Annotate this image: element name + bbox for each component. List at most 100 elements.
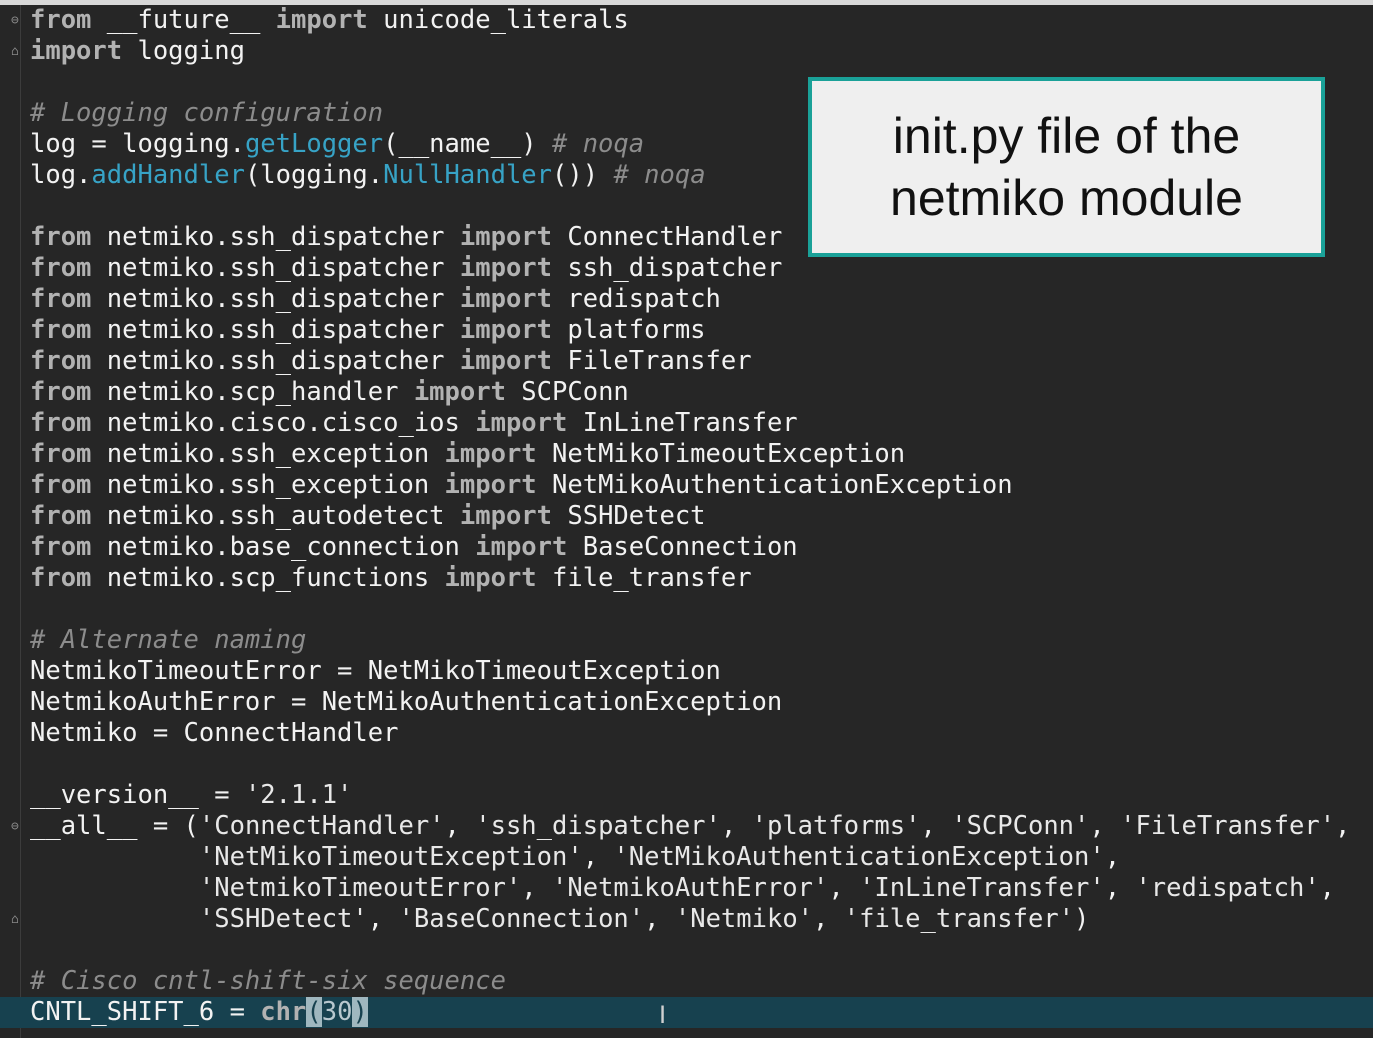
code-token-cm: # noqa (552, 129, 645, 159)
code-token-plain: , (720, 811, 752, 841)
code-token-plain: , (367, 904, 399, 934)
code-line[interactable]: from __future__ import unicode_literals (30, 5, 1373, 36)
code-token-plain: SCPConn (505, 377, 629, 407)
code-token-kw: import (275, 5, 368, 35)
code-line[interactable]: from netmiko.ssh_dispatcher import ssh_d… (30, 253, 1373, 284)
code-line[interactable]: import logging (30, 36, 1373, 67)
code-token-kw: import (475, 408, 568, 438)
code-token-plain: __future__ (91, 5, 276, 35)
code-token-plain: netmiko.ssh_dispatcher (91, 315, 460, 345)
code-token-plain: ) (1074, 904, 1090, 934)
code-token-str: 'NetmikoTimeoutError' (198, 873, 522, 903)
code-token-plain: __all__ = ( (30, 811, 199, 841)
code-token-kw: import (459, 222, 553, 252)
code-line[interactable]: from netmiko.ssh_dispatcher import platf… (30, 315, 1373, 346)
code-token-plain: , (1335, 811, 1351, 841)
fold-marker-icon[interactable]: ⌂ (11, 45, 23, 59)
code-line[interactable]: NetmikoAuthError = NetMikoAuthentication… (30, 687, 1373, 718)
code-token-fn: NullHandler (383, 160, 553, 190)
code-token-str: 'NetMikoTimeoutException' (198, 842, 583, 872)
code-line[interactable]: # Cisco cntl-shift-six sequence (30, 966, 1373, 997)
code-token-plain: logging (122, 36, 245, 66)
code-editor[interactable]: ⊖ ⌂ ⊖ ⌂ from __future__ import unicode_lite… (0, 0, 1373, 1038)
code-token-plain: netmiko.ssh_dispatcher (91, 222, 460, 252)
code-token-kw: import (459, 501, 553, 531)
code-token-kw: from (30, 439, 92, 469)
code-token-kw: import (459, 284, 553, 314)
code-line[interactable] (30, 594, 1373, 625)
code-line[interactable]: from netmiko.scp_handler import SCPConn (30, 377, 1373, 408)
code-token-plain: ssh_dispatcher (552, 253, 783, 283)
fold-marker-icon[interactable]: ⌂ (11, 913, 23, 927)
code-token-plain: , (920, 811, 952, 841)
code-line[interactable]: from netmiko.base_connection import Base… (30, 532, 1373, 563)
code-token-kw: from (30, 346, 92, 376)
code-token-plain: netmiko.ssh_dispatcher (91, 346, 460, 376)
code-line[interactable]: from netmiko.ssh_exception import NetMik… (30, 439, 1373, 470)
code-token-str: 'ssh_dispatcher' (475, 811, 721, 841)
code-token-plain: , (1319, 873, 1336, 903)
fold-marker-icon[interactable]: ⊖ (11, 820, 23, 834)
code-token-kw: from (30, 284, 92, 314)
code-token-plain: NetmikoTimeoutError = NetMikoTimeoutExce… (30, 656, 721, 686)
code-token-str: 'platforms' (751, 811, 921, 841)
code-token-kw: import (30, 36, 123, 66)
code-token-plain: netmiko.cisco.cisco_ios (91, 408, 476, 438)
code-token-plain: NetmikoAuthError = NetMikoAuthentication… (30, 687, 783, 717)
code-token-plain: , (1089, 811, 1121, 841)
code-token-plain: InLineTransfer (567, 408, 798, 438)
code-token-plain: platforms (552, 315, 706, 345)
callout-line-1: init.py file of the (892, 108, 1241, 164)
code-token-str: 'ConnectHandler' (198, 811, 445, 841)
code-line[interactable]: # Alternate naming (30, 625, 1373, 656)
code-line[interactable]: __version__ = '2.1.1' (30, 780, 1373, 811)
code-line[interactable]: 'SSHDetect', 'BaseConnection', 'Netmiko'… (30, 904, 1373, 935)
code-token-cm: # Alternate naming (30, 625, 307, 655)
code-token-bracket-hl: ) (352, 997, 368, 1027)
code-token-plain: SSHDetect (552, 501, 706, 531)
code-token-str: 'BaseConnection' (398, 904, 645, 934)
code-token-str: 'SCPConn' (951, 811, 1090, 841)
code-token-fn: getLogger (244, 129, 384, 159)
code-token-plain: netmiko.ssh_dispatcher (91, 284, 460, 314)
current-code-line[interactable]: CNTL_SHIFT_6 = chr(30) (0, 997, 1373, 1028)
callout-line-2: netmiko module (890, 170, 1243, 226)
code-line[interactable] (30, 935, 1373, 966)
code-token-plain: , (582, 842, 614, 872)
code-line[interactable]: from netmiko.cisco.cisco_ios import InLi… (30, 408, 1373, 439)
code-line[interactable]: from netmiko.ssh_exception import NetMik… (30, 470, 1373, 501)
code-line[interactable]: Netmiko = ConnectHandler (30, 718, 1373, 749)
code-line[interactable]: NetmikoTimeoutError = NetMikoTimeoutExce… (30, 656, 1373, 687)
code-token-plain: log. (30, 160, 92, 190)
code-line[interactable]: 'NetMikoTimeoutException', 'NetMikoAuthe… (30, 842, 1373, 873)
code-token-plain: unicode_literals (367, 5, 629, 35)
code-token-plain: netmiko.ssh_autodetect (91, 501, 460, 531)
code-line[interactable]: from netmiko.ssh_dispatcher import FileT… (30, 346, 1373, 377)
code-line[interactable]: from netmiko.ssh_autodetect import SSHDe… (30, 501, 1373, 532)
code-line[interactable] (30, 749, 1373, 780)
code-line[interactable]: from netmiko.ssh_dispatcher import redis… (30, 284, 1373, 315)
code-line[interactable]: 'NetmikoTimeoutError', 'NetmikoAuthError… (30, 873, 1373, 904)
code-line[interactable]: from netmiko.scp_functions import file_t… (30, 563, 1373, 594)
code-token-plain: log = logging. (30, 129, 245, 159)
code-token-plain: redispatch (552, 284, 721, 314)
code-token-kw: import (475, 532, 568, 562)
annotation-callout: init.py file of the netmiko module (808, 77, 1325, 257)
code-token-kw: from (30, 501, 92, 531)
code-token-plain: , (1104, 842, 1121, 872)
code-token-plain: netmiko.ssh_exception (91, 470, 445, 500)
code-token-cm: # noqa (613, 160, 706, 190)
code-token-plain: , (644, 904, 675, 934)
code-token-plain: NetMikoTimeoutException (536, 439, 906, 469)
code-token-plain: , (1104, 873, 1136, 903)
code-token-str: 'SSHDetect' (198, 904, 368, 934)
gutter-divider (20, 5, 21, 1038)
code-line[interactable]: __all__ = ('ConnectHandler', 'ssh_dispat… (30, 811, 1373, 842)
code-token-bracket-hl: ( (306, 997, 322, 1027)
code-token-plain: , (444, 811, 476, 841)
code-token-fn: addHandler (91, 160, 245, 190)
fold-marker-icon[interactable]: ⊖ (11, 14, 23, 28)
code-token-cm: # Logging configuration (30, 98, 384, 128)
